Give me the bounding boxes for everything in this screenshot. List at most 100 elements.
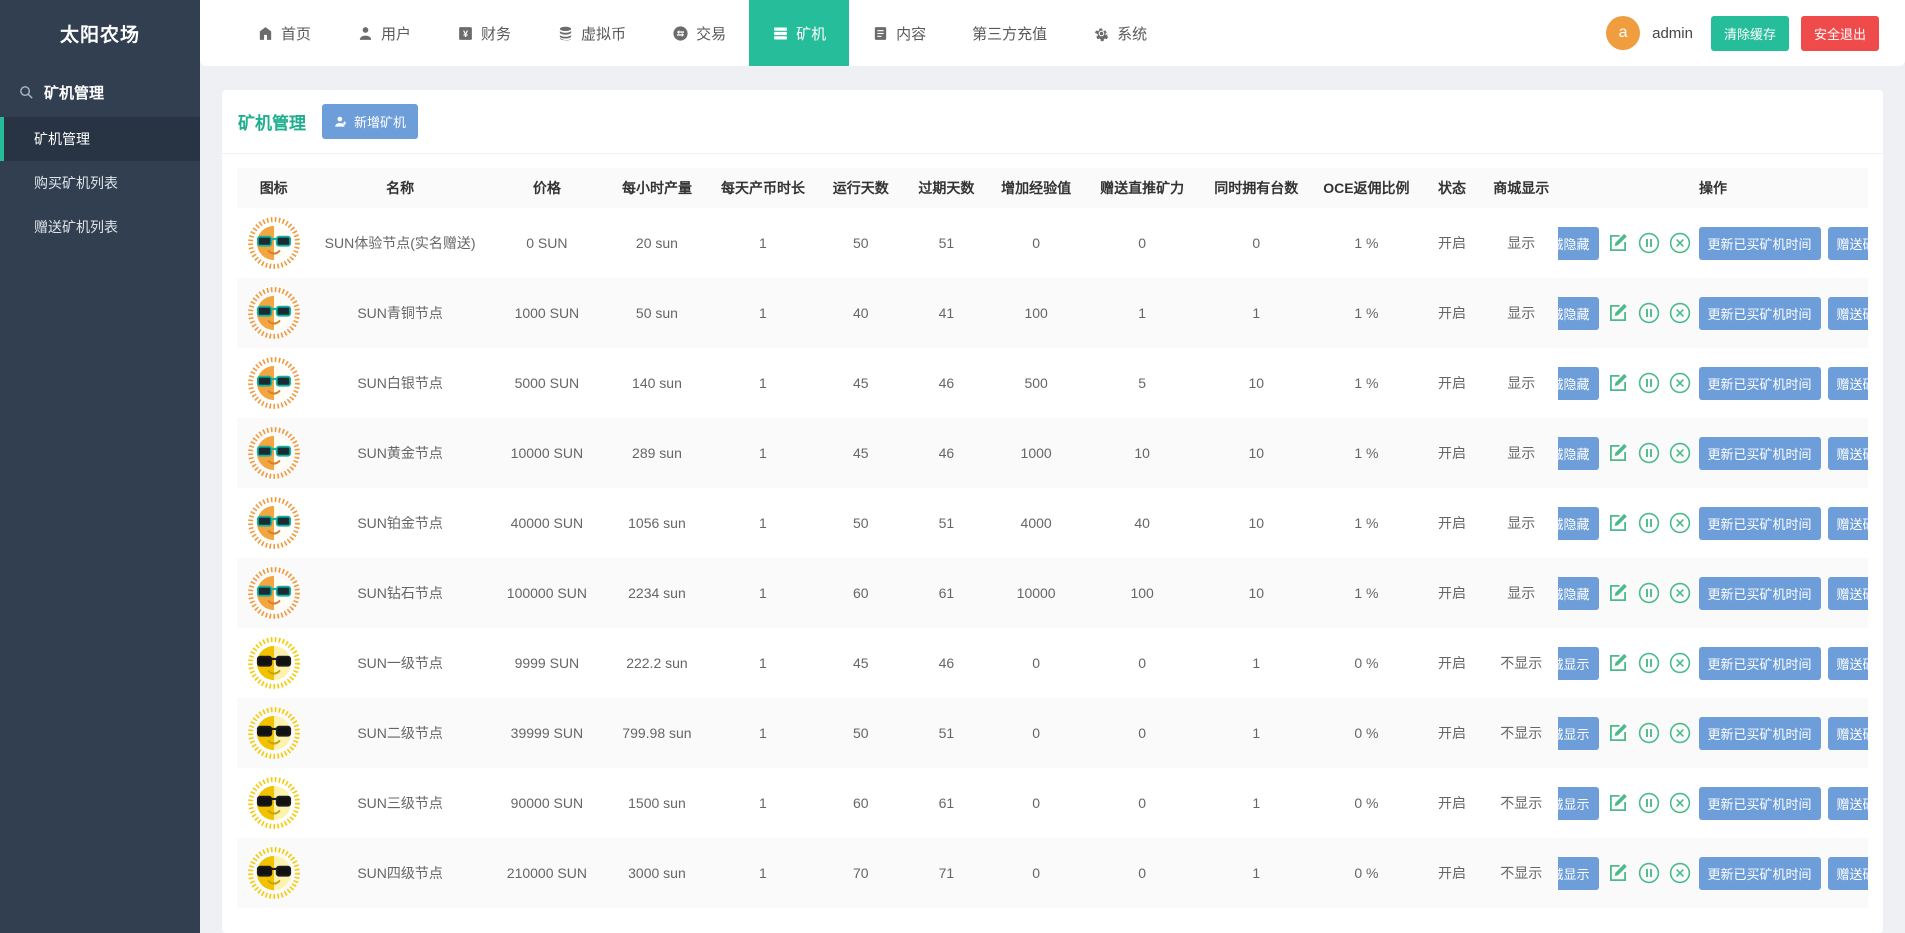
mall-toggle-button[interactable]: 商城隐藏 <box>1558 366 1599 400</box>
pause-button[interactable] <box>1637 720 1661 746</box>
sidebar: 太阳农场 矿机管理 矿机管理 购买矿机列表 赠送矿机列表 <box>0 0 200 933</box>
mall-toggle-button[interactable]: 商城显示 <box>1558 716 1599 750</box>
nav-tab-5[interactable]: 矿机 <box>749 0 850 66</box>
gift-miner-button[interactable]: 赠送矿机 <box>1827 646 1868 680</box>
nav-tab-7[interactable]: 第三方充值 <box>949 0 1070 66</box>
delete-button[interactable] <box>1668 370 1692 396</box>
actions-cell: 商城隐藏 更新已买矿机时间赠送矿机 <box>1558 348 1868 418</box>
cell-oce: 1 % <box>1354 585 1379 601</box>
nav-tab-1[interactable]: 用户 <box>334 0 434 66</box>
username[interactable]: admin <box>1652 25 1693 42</box>
delete-button[interactable] <box>1668 580 1692 606</box>
add-miner-button[interactable]: 新增矿机 <box>322 104 419 139</box>
cell-oce: 0 % <box>1354 795 1379 811</box>
pause-button[interactable] <box>1637 300 1661 326</box>
nav-tab-0[interactable]: 首页 <box>234 0 334 66</box>
gift-miner-button[interactable]: 赠送矿机 <box>1827 296 1868 330</box>
update-bought-time-button[interactable]: 更新已买矿机时间 <box>1698 226 1821 260</box>
column-header: 商城显示 <box>1484 168 1558 208</box>
logout-button[interactable]: 安全退出 <box>1800 15 1879 51</box>
edit-button[interactable] <box>1606 370 1630 396</box>
update-bought-time-button[interactable]: 更新已买矿机时间 <box>1698 506 1821 540</box>
card-header: 矿机管理 新增矿机 <box>222 90 1883 154</box>
delete-button[interactable] <box>1668 230 1692 256</box>
gift-miner-button[interactable]: 赠送矿机 <box>1827 856 1868 890</box>
edit-button[interactable] <box>1606 300 1630 326</box>
gift-miner-button[interactable]: 赠送矿机 <box>1827 716 1868 750</box>
miner-icon <box>774 26 787 40</box>
clear-cache-button[interactable]: 清除缓存 <box>1710 15 1789 51</box>
delete-button[interactable] <box>1668 860 1692 886</box>
nav-tab-6[interactable]: 内容 <box>849 0 949 66</box>
actions-cell: 商城隐藏 更新已买矿机时间赠送矿机 <box>1558 558 1868 628</box>
edit-button[interactable] <box>1606 230 1630 256</box>
update-bought-time-button[interactable]: 更新已买矿机时间 <box>1698 576 1821 610</box>
edit-button[interactable] <box>1606 510 1630 536</box>
cell-exp: 0 <box>1032 725 1041 741</box>
edit-button[interactable] <box>1606 440 1630 466</box>
gift-miner-button[interactable]: 赠送矿机 <box>1827 786 1868 820</box>
pause-button[interactable] <box>1637 860 1661 886</box>
update-bought-time-button[interactable]: 更新已买矿机时间 <box>1698 436 1821 470</box>
update-bought-time-button[interactable]: 更新已买矿机时间 <box>1698 716 1821 750</box>
pause-button[interactable] <box>1637 370 1661 396</box>
update-bought-time-button[interactable]: 更新已买矿机时间 <box>1698 366 1821 400</box>
cell-name: SUN一级节点 <box>357 655 443 671</box>
sidebar-item-0[interactable]: 矿机管理 <box>0 117 200 161</box>
mall-toggle-button[interactable]: 商城显示 <box>1558 856 1599 890</box>
delete-button[interactable] <box>1668 790 1692 816</box>
nav-tab-4[interactable]: 交易 <box>649 0 749 66</box>
sidebar-group-header[interactable]: 矿机管理 <box>0 66 200 117</box>
delete-button[interactable] <box>1668 510 1692 536</box>
table-header-row: 图标 名称 价格 每小时产量 每天产币时长 运行天数 过期天数 增加经验值 赠送直推矿力 同时拥有… <box>237 168 1868 208</box>
edit-button[interactable] <box>1606 860 1630 886</box>
edit-button[interactable] <box>1606 720 1630 746</box>
gift-miner-button[interactable]: 赠送矿机 <box>1827 506 1868 540</box>
update-bought-time-button[interactable]: 更新已买矿机时间 <box>1698 786 1821 820</box>
nav-tab-3[interactable]: 虚拟币 <box>534 0 649 66</box>
mall-toggle-button[interactable]: 商城隐藏 <box>1558 436 1599 470</box>
miner-icon-cell <box>237 348 310 418</box>
mall-toggle-button[interactable]: 商城显示 <box>1558 646 1599 680</box>
cell-price: 9999 SUN <box>514 655 580 671</box>
edit-button[interactable] <box>1606 650 1630 676</box>
sidebar-item-1[interactable]: 购买矿机列表 <box>0 161 200 205</box>
cell-mall: 不显示 <box>1500 865 1543 881</box>
gift-miner-button[interactable]: 赠送矿机 <box>1827 576 1868 610</box>
page-title: 矿机管理 <box>238 114 306 133</box>
pause-button[interactable] <box>1637 440 1661 466</box>
pause-button[interactable] <box>1637 230 1661 256</box>
actions-cell: 商城隐藏 更新已买矿机时间赠送矿机 <box>1558 208 1868 278</box>
delete-button[interactable] <box>1668 440 1692 466</box>
pause-button[interactable] <box>1637 650 1661 676</box>
update-bought-time-button[interactable]: 更新已买矿机时间 <box>1698 856 1821 890</box>
edit-button[interactable] <box>1606 790 1630 816</box>
delete-button[interactable] <box>1668 300 1692 326</box>
mall-toggle-button[interactable]: 商城显示 <box>1558 786 1599 820</box>
avatar[interactable]: a <box>1606 16 1641 50</box>
pause-button[interactable] <box>1637 510 1661 536</box>
miner-icon-cell <box>237 628 310 698</box>
gift-miner-button[interactable]: 赠送矿机 <box>1827 226 1868 260</box>
update-bought-time-button[interactable]: 更新已买矿机时间 <box>1698 646 1821 680</box>
cell-price: 40000 SUN <box>510 515 584 531</box>
delete-button[interactable] <box>1668 720 1692 746</box>
mall-toggle-button[interactable]: 商城隐藏 <box>1558 576 1599 610</box>
cell-max_count: 1 <box>1252 865 1261 881</box>
edit-button[interactable] <box>1606 580 1630 606</box>
update-bought-time-button[interactable]: 更新已买矿机时间 <box>1698 296 1821 330</box>
main-area: 首页 用户 ¥ 财务 虚拟币 交易 矿机 内容 第三方充值 系统 a admin 清除缓存 安全退… <box>200 0 1905 933</box>
gift-miner-button[interactable]: 赠送矿机 <box>1827 366 1868 400</box>
pause-button[interactable] <box>1637 580 1661 606</box>
svg-text:¥: ¥ <box>463 29 469 39</box>
nav-tab-8[interactable]: 系统 <box>1070 0 1170 66</box>
pause-button[interactable] <box>1637 790 1661 816</box>
gift-miner-button[interactable]: 赠送矿机 <box>1827 436 1868 470</box>
miner-icon-cell <box>237 698 310 768</box>
mall-toggle-button[interactable]: 商城隐藏 <box>1558 226 1599 260</box>
mall-toggle-button[interactable]: 商城隐藏 <box>1558 506 1599 540</box>
mall-toggle-button[interactable]: 商城隐藏 <box>1558 296 1599 330</box>
delete-button[interactable] <box>1668 650 1692 676</box>
sidebar-item-2[interactable]: 赠送矿机列表 <box>0 205 200 249</box>
nav-tab-2[interactable]: ¥ 财务 <box>434 0 534 66</box>
